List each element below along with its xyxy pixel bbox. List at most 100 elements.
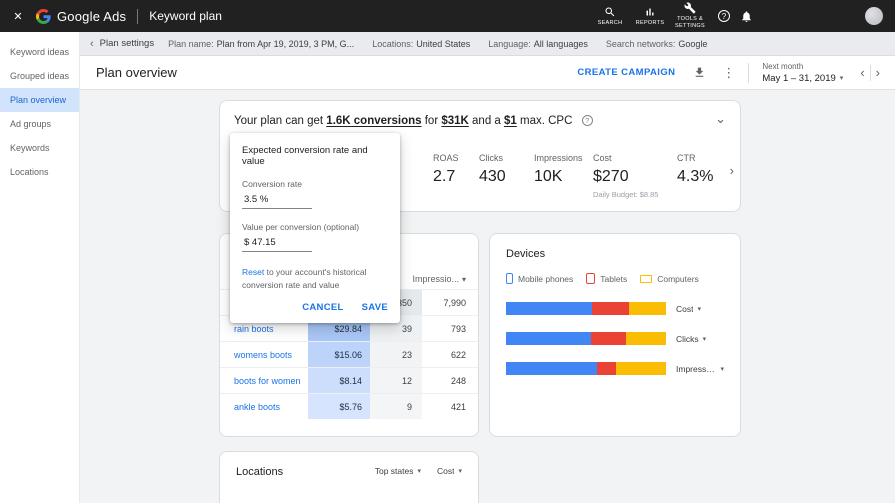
popup-actions: CANCEL SAVE [242,302,388,313]
search-networks-summary: Search networks: Google [605,38,708,49]
chevron-left-icon[interactable]: ‹ [90,38,94,50]
app-title: Keyword plan [149,9,222,23]
keyword-link[interactable]: womens boots [220,342,308,367]
period-label: Next month [762,61,804,71]
more-metrics-chevron-icon[interactable]: › [730,163,734,178]
legend-mobile-phones[interactable]: Mobile phones [506,273,573,284]
cancel-button[interactable]: CANCEL [302,302,343,313]
keyword-link[interactable]: ankle boots [220,394,308,419]
table-row: boots for women $8.14 12 248 [220,367,478,393]
brand-name: Google Ads [57,8,127,24]
collapse-card-chevron-icon[interactable]: ⌄ [715,111,726,127]
reset-note: Reset to your account's historical conve… [242,267,367,290]
avatar[interactable] [865,7,883,25]
reports-icon [644,6,656,18]
clicks-metric-dropdown[interactable]: Clicks ▾ [676,334,706,344]
plan-settings-label[interactable]: Plan settings [100,38,154,49]
impressions-cell: 421 [450,401,466,412]
create-campaign-button[interactable]: CREATE CAMPAIGN [577,67,675,78]
google-ads-logo[interactable]: Google Ads [36,8,127,24]
value-per-conversion-label: Value per conversion (optional) [242,222,360,232]
keyword-link[interactable]: boots for women [220,368,308,393]
impressions-metric-dropdown[interactable]: Impressio... ▾ [676,364,724,374]
locations-cost-dropdown[interactable]: Cost ▾ [437,466,462,476]
caret-down-icon[interactable]: ▾ [462,275,466,284]
search-button[interactable]: SEARCH [590,6,630,27]
devices-card-title: Devices [506,248,546,260]
segment-computer [616,362,666,375]
clicks-cell: 12 [370,368,422,393]
sidebar-item-keywords[interactable]: Keywords [0,136,79,160]
tools-settings-label: TOOLS & SETTINGS [675,16,705,29]
stacked-bar [506,362,666,375]
segment-tablet [597,362,617,375]
date-range-value: May 1 – 31, 2019 [762,72,836,84]
help-icon[interactable]: ? [718,10,730,22]
segment-mobile [506,302,593,315]
devices-legend: Mobile phones Tablets Computers [506,273,724,284]
clicks-cell: 23 [370,342,422,367]
bar-row-clicks: Clicks ▾ [506,332,724,345]
sidebar-item-locations[interactable]: Locations [0,160,79,184]
plan-name-summary: Plan name: Plan from Apr 19, 2019, 3 PM, … [168,38,355,49]
caret-down-icon: ▾ [458,468,462,475]
overflow-menu-icon[interactable]: ⋮ [722,65,735,81]
sidebar-item-ad-groups[interactable]: Ad groups [0,112,79,136]
stacked-bar [506,302,666,315]
impressions-cell: 622 [450,349,466,360]
conversion-rate-label: Conversion rate [242,179,303,189]
impressions-cell: 7,990 [443,297,466,308]
table-row: ankle boots $5.76 9 421 [220,393,478,419]
date-range-selector[interactable]: Next month May 1 – 31, 2019 ▾ [762,62,843,84]
locations-summary: Locations: United States [372,38,471,49]
prev-period-icon[interactable]: ‹ [855,65,869,80]
sidebar-item-grouped-ideas[interactable]: Grouped ideas [0,64,79,88]
reset-link[interactable]: Reset [242,267,264,277]
caret-down-icon: ▾ [720,365,724,373]
content-area: Your plan can get 1.6K conversions for $… [80,90,895,503]
segment-computer [629,302,666,315]
segment-tablet [590,332,626,345]
impressions-column-header[interactable]: Impressio... [412,274,459,284]
devices-card: Devices Mobile phones Tablets Computers [489,233,741,437]
date-nav: ‹ › [855,64,885,81]
impressions-cell: 248 [450,375,466,386]
save-button[interactable]: SAVE [362,302,388,313]
top-states-dropdown[interactable]: Top states ▾ [375,466,421,476]
notifications-bell-icon[interactable] [740,10,753,23]
locations-card-title: Locations [236,466,284,478]
download-icon[interactable] [693,66,706,79]
conversion-rate-input[interactable] [242,190,312,209]
max-cpc-value: $1 [504,115,517,127]
segment-mobile [506,332,591,345]
computer-icon [640,274,653,283]
caret-down-icon: ▾ [697,305,701,313]
cost-metric-dropdown[interactable]: Cost ▾ [676,304,701,314]
next-period-icon[interactable]: › [871,65,885,80]
daily-budget-note: Daily Budget: $8.85 [593,190,659,199]
segment-computer [625,332,666,345]
page-header: Plan overview CREATE CAMPAIGN ⋮ Next mon… [80,56,895,90]
left-nav-sidebar: Keyword ideas Grouped ideas Plan overvie… [0,32,80,503]
legend-computers[interactable]: Computers [640,274,699,284]
close-icon[interactable]: ✕ [0,10,36,23]
metric-clicks: Clicks 430 [479,153,506,185]
segment-tablet [592,302,630,315]
caret-down-icon: ▾ [417,468,421,475]
metrics-row: ROAS 2.7 Clicks 430 Impressions 10K Cost… [433,153,740,199]
sidebar-item-keyword-ideas[interactable]: Keyword ideas [0,40,79,64]
value-per-conversion-input[interactable] [242,233,312,252]
popup-title: Expected conversion rate and value [242,145,368,167]
cost-cell: $8.14 [308,368,370,393]
expected-conversion-popup: Expected conversion rate and value Conve… [230,133,400,323]
devices-bars: Cost ▾ Clicks ▾ Impressio... ▾ [506,302,724,375]
reports-button[interactable]: REPORTS [630,6,670,27]
metric-ctr: CTR 4.3% [677,153,714,185]
search-icon [604,6,616,18]
table-row: womens boots $15.06 23 622 [220,341,478,367]
sidebar-item-plan-overview[interactable]: Plan overview [0,88,79,112]
legend-tablets[interactable]: Tablets [586,273,627,284]
help-icon[interactable]: ? [581,115,593,126]
stacked-bar [506,332,666,345]
tools-settings-button[interactable]: TOOLS & SETTINGS [670,2,710,30]
